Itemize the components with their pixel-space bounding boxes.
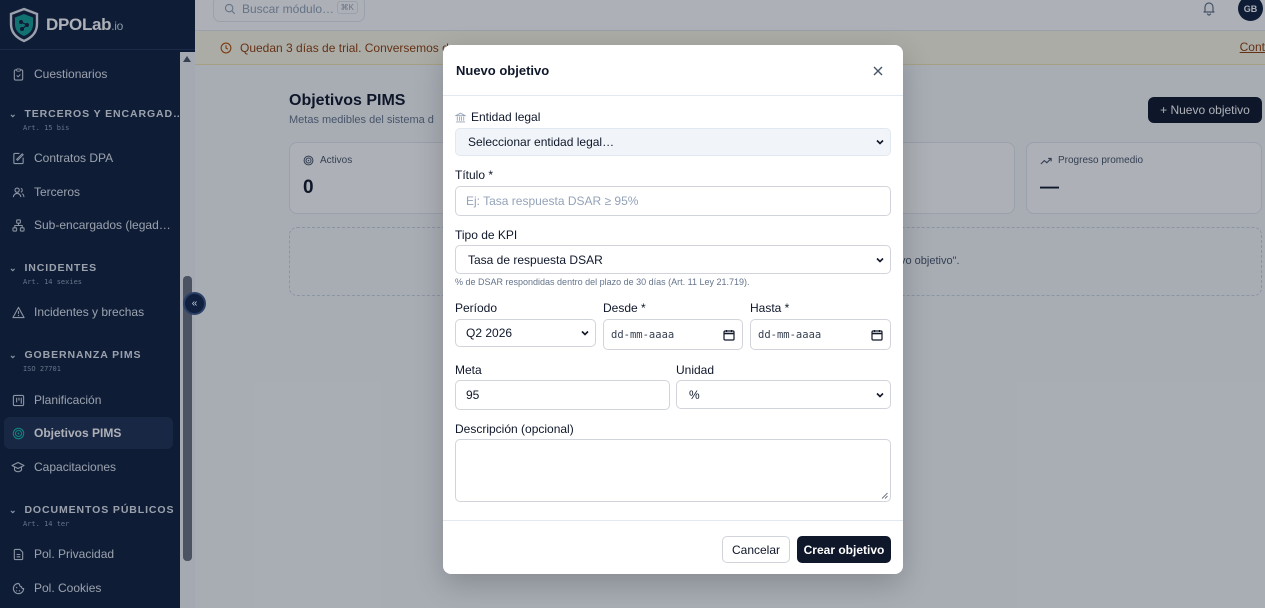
modal-title: Nuevo objetivo: [456, 63, 550, 78]
select-value: %: [689, 387, 700, 402]
periodo-label: Período: [455, 301, 498, 315]
create-objective-button[interactable]: Crear objetivo: [797, 536, 891, 563]
label-text: Entidad legal: [471, 110, 541, 124]
date-value: dd-mm-aaaa: [758, 328, 822, 341]
close-icon[interactable]: [868, 62, 888, 80]
desde-label: Desde *: [603, 301, 646, 315]
descripcion-label: Descripción (opcional): [455, 422, 574, 436]
bank-icon: [455, 112, 466, 123]
calendar-icon[interactable]: [723, 329, 735, 341]
titulo-label: Título *: [455, 168, 494, 182]
desde-date-input[interactable]: dd-mm-aaaa: [603, 319, 743, 350]
descripcion-textarea[interactable]: [455, 439, 891, 502]
select-value: Seleccionar entidad legal…: [468, 135, 615, 149]
entidad-legal-label: Entidad legal: [455, 110, 540, 124]
chevron-down-icon: [876, 257, 884, 263]
meta-label: Meta: [455, 363, 482, 377]
select-value: Q2 2026: [466, 326, 513, 340]
modal-header: Nuevo objetivo: [443, 45, 903, 96]
cancel-button[interactable]: Cancelar: [722, 536, 790, 563]
entidad-legal-select[interactable]: Seleccionar entidad legal…: [455, 128, 891, 156]
kpi-hint: % de DSAR respondidas dentro del plazo d…: [455, 277, 750, 287]
hasta-date-input[interactable]: dd-mm-aaaa: [750, 319, 891, 350]
calendar-icon[interactable]: [871, 329, 883, 341]
modal-footer: Cancelar Crear objetivo: [443, 520, 903, 574]
kpi-select[interactable]: Tasa de respuesta DSAR: [455, 245, 891, 274]
kpi-label: Tipo de KPI: [455, 228, 518, 242]
select-value: Tasa de respuesta DSAR: [468, 252, 603, 267]
collapse-sidebar-icon[interactable]: «: [183, 292, 206, 315]
unidad-label: Unidad: [676, 363, 715, 377]
new-objective-modal: Nuevo objetivo Entidad legal Seleccionar…: [443, 45, 903, 574]
resize-grip-icon[interactable]: [881, 492, 888, 499]
hasta-label: Hasta *: [750, 301, 790, 315]
input-value: 95: [466, 388, 480, 402]
chevron-down-icon: [581, 330, 589, 336]
periodo-select[interactable]: Q2 2026: [455, 319, 596, 347]
input-placeholder: Ej: Tasa respuesta DSAR ≥ 95%: [466, 194, 639, 208]
meta-input[interactable]: 95: [455, 380, 670, 410]
titulo-input[interactable]: Ej: Tasa respuesta DSAR ≥ 95%: [455, 186, 891, 216]
chevron-down-icon: [876, 392, 884, 398]
date-value: dd-mm-aaaa: [611, 328, 675, 341]
unidad-select[interactable]: %: [676, 380, 891, 409]
chevron-down-icon: [876, 139, 884, 145]
